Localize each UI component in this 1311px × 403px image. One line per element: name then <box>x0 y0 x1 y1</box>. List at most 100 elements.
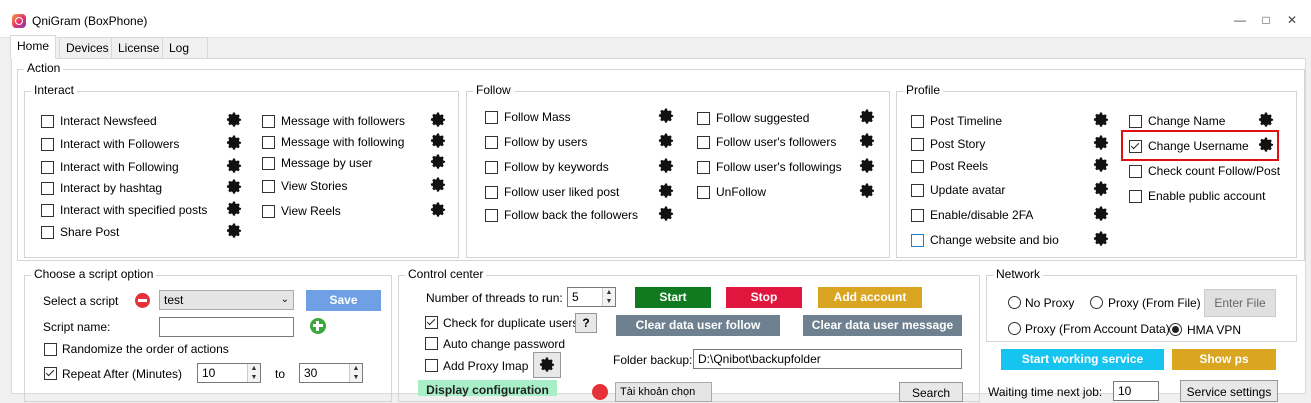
follow-user-liked-post-gear-icon[interactable] <box>657 182 675 200</box>
follow-mass-gear-icon[interactable] <box>657 107 675 125</box>
remove-account-icon[interactable] <box>592 384 608 400</box>
message-by-user-gear-icon[interactable] <box>429 153 447 171</box>
follow-by-users-checkbox[interactable] <box>485 136 498 149</box>
follow-suggested-gear-icon[interactable] <box>858 108 876 126</box>
auto-password-checkbox[interactable] <box>425 337 438 350</box>
service-settings-button[interactable]: Service settings <box>1180 380 1278 402</box>
view-reels-checkbox[interactable] <box>262 205 275 218</box>
share-post-gear-icon[interactable] <box>225 222 243 240</box>
interact-with-followers-gear-icon[interactable] <box>225 134 243 152</box>
interact-with-following-checkbox[interactable] <box>41 161 54 174</box>
follow-by-keywords-checkbox[interactable] <box>485 161 498 174</box>
script-select[interactable]: test ⌄ <box>159 290 294 310</box>
repeat-to-input[interactable]: 30 ▲ ▼ <box>299 363 363 383</box>
view-reels-gear-icon[interactable] <box>429 201 447 219</box>
tab-devices[interactable]: Devices <box>59 37 116 58</box>
unfollow-checkbox[interactable] <box>697 186 710 199</box>
follow-back-the-followers-gear-icon[interactable] <box>657 205 675 223</box>
update-avatar-gear-icon[interactable] <box>1092 180 1110 198</box>
follow-suggested-checkbox[interactable] <box>697 112 710 125</box>
remove-script-icon[interactable] <box>135 293 150 308</box>
interact-with-specified-posts-gear-icon[interactable] <box>225 200 243 218</box>
clear-follow-button[interactable]: Clear data user follow <box>616 315 780 336</box>
change-name-gear-icon[interactable] <box>1257 111 1275 129</box>
follow-back-the-followers-checkbox[interactable] <box>485 209 498 222</box>
interact-by-hashtag-gear-icon[interactable] <box>225 178 243 196</box>
message-with-followers-checkbox[interactable] <box>262 115 275 128</box>
hma-vpn-radio[interactable] <box>1169 323 1182 336</box>
follow-user-s-followings-gear-icon[interactable] <box>858 157 876 175</box>
maximize-icon[interactable]: □ <box>1258 12 1274 28</box>
show-ps-button[interactable]: Show ps <box>1172 349 1276 370</box>
message-with-followers-gear-icon[interactable] <box>429 111 447 129</box>
follow-by-users-gear-icon[interactable] <box>657 132 675 150</box>
minimize-icon[interactable]: — <box>1232 12 1248 28</box>
proxy-settings-button[interactable] <box>533 352 561 378</box>
message-with-following-gear-icon[interactable] <box>429 132 447 150</box>
save-button[interactable]: Save <box>306 290 381 311</box>
interact-by-hashtag-checkbox[interactable] <box>41 182 54 195</box>
start-service-button[interactable]: Start working service <box>1001 349 1164 370</box>
randomize-checkbox[interactable] <box>44 343 57 356</box>
clear-message-button[interactable]: Clear data user message <box>803 315 962 336</box>
add-account-button[interactable]: Add account <box>818 287 922 308</box>
start-button[interactable]: Start <box>635 287 711 308</box>
post-story-checkbox[interactable] <box>911 138 924 151</box>
repeat-checkbox[interactable] <box>44 367 57 380</box>
interact-newsfeed-gear-icon[interactable] <box>225 111 243 129</box>
post-reels-checkbox[interactable] <box>911 160 924 173</box>
share-post-checkbox[interactable] <box>41 226 54 239</box>
check-count-follow-post-checkbox[interactable] <box>1129 165 1142 178</box>
post-timeline-checkbox[interactable] <box>911 115 924 128</box>
message-by-user-checkbox[interactable] <box>262 157 275 170</box>
proxy-file-radio[interactable] <box>1090 296 1103 309</box>
folder-backup-input[interactable]: D:\Qnibot\backupfolder <box>693 349 962 369</box>
enable-disable-2fa-gear-icon[interactable] <box>1092 205 1110 223</box>
repeat-to-spinner[interactable]: ▲ ▼ <box>349 364 362 382</box>
post-timeline-gear-icon[interactable] <box>1092 111 1110 129</box>
interact-with-following-gear-icon[interactable] <box>225 157 243 175</box>
post-story-gear-icon[interactable] <box>1092 134 1110 152</box>
add-proxy-checkbox[interactable] <box>425 359 438 372</box>
follow-mass-checkbox[interactable] <box>485 111 498 124</box>
threads-input[interactable]: 5 ▲ ▼ <box>567 287 616 307</box>
tab-log[interactable]: Log <box>162 37 208 58</box>
interact-with-followers-checkbox[interactable] <box>41 138 54 151</box>
message-with-following-checkbox[interactable] <box>262 136 275 149</box>
follow-by-keywords-gear-icon[interactable] <box>657 157 675 175</box>
interact-with-specified-posts-checkbox[interactable] <box>41 204 54 217</box>
add-script-icon[interactable] <box>310 318 326 334</box>
repeat-from-spinner[interactable]: ▲ ▼ <box>247 364 260 382</box>
follow-user-s-followers-gear-icon[interactable] <box>858 132 876 150</box>
waiting-time-input[interactable]: 10 <box>1113 381 1159 401</box>
script-name-input[interactable] <box>159 317 294 337</box>
proxy-account-radio[interactable] <box>1008 322 1021 335</box>
threads-spinner[interactable]: ▲ ▼ <box>602 288 615 306</box>
interact-newsfeed-checkbox[interactable] <box>41 115 54 128</box>
change-website-and-bio-checkbox[interactable] <box>911 234 924 247</box>
change-name-checkbox[interactable] <box>1129 115 1142 128</box>
account-select[interactable]: Tài khoản chọn <box>615 382 712 402</box>
stop-button[interactable]: Stop <box>726 287 802 308</box>
tab-home[interactable]: Home <box>10 35 57 59</box>
close-icon[interactable]: ✕ <box>1284 12 1300 28</box>
enable-public-account-checkbox[interactable] <box>1129 190 1142 203</box>
view-stories-gear-icon[interactable] <box>429 176 447 194</box>
repeat-from-input[interactable]: 10 ▲ ▼ <box>197 363 261 383</box>
tab-license[interactable]: License <box>111 37 167 58</box>
search-button[interactable]: Search <box>899 382 963 402</box>
follow-user-s-followings-checkbox[interactable] <box>697 161 710 174</box>
enter-file-button[interactable]: Enter File <box>1204 289 1276 317</box>
display-config-button[interactable]: Display configuration <box>418 380 557 397</box>
help-button[interactable]: ? <box>575 313 597 333</box>
update-avatar-checkbox[interactable] <box>911 184 924 197</box>
check-duplicate-checkbox[interactable] <box>425 316 438 329</box>
view-stories-checkbox[interactable] <box>262 180 275 193</box>
follow-user-liked-post-checkbox[interactable] <box>485 186 498 199</box>
enable-disable-2fa-checkbox[interactable] <box>911 209 924 222</box>
unfollow-gear-icon[interactable] <box>858 182 876 200</box>
no-proxy-radio[interactable] <box>1008 296 1021 309</box>
follow-user-s-followers-checkbox[interactable] <box>697 136 710 149</box>
change-website-and-bio-gear-icon[interactable] <box>1092 230 1110 248</box>
post-reels-gear-icon[interactable] <box>1092 156 1110 174</box>
